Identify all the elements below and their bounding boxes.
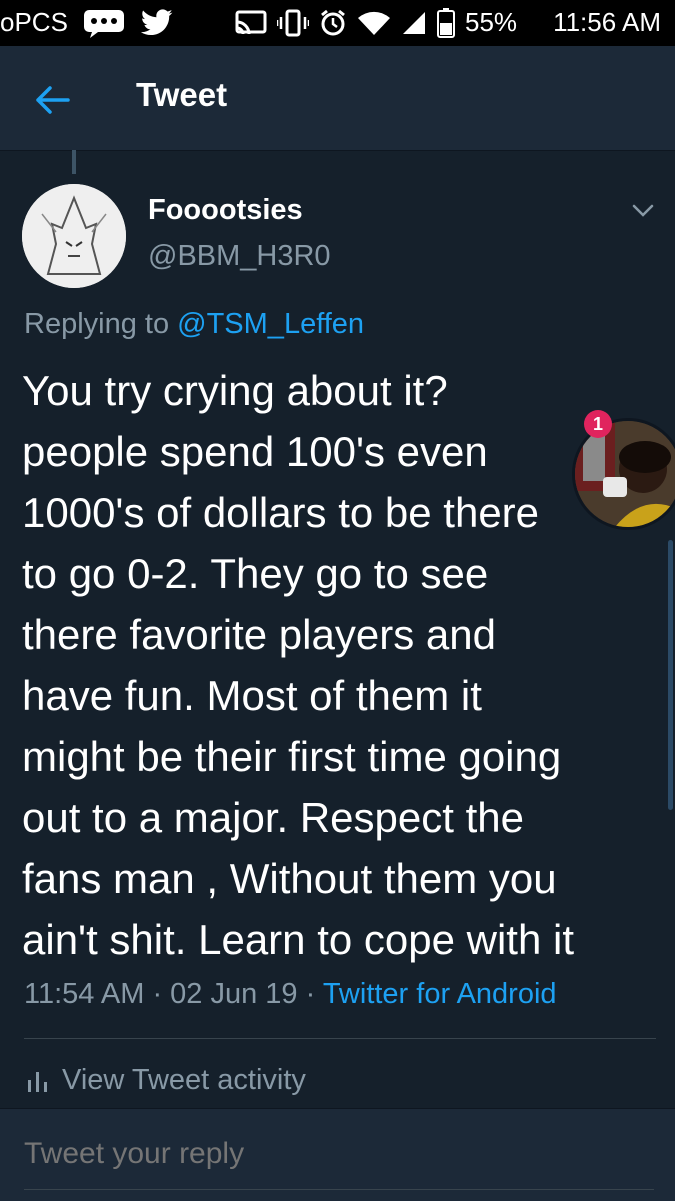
meta-separator: · (144, 978, 171, 1010)
vibrate-icon (277, 9, 310, 37)
author-name[interactable]: Fooootsies (148, 194, 303, 227)
meta-separator: · (297, 978, 323, 1010)
replying-prefix: Replying to (24, 308, 170, 340)
tweet-meta: 11:54 AM · 02 Jun 19 · Twitter for Andro… (24, 978, 557, 1011)
signal-icon (401, 10, 427, 36)
alarm-icon (319, 9, 347, 37)
tweet-text-line: might be their first time going (22, 733, 562, 780)
tweet-text: You try crying about it? people spend 10… (22, 360, 662, 970)
back-button[interactable] (28, 76, 76, 124)
status-bar: oPCS 55% 11:56 AM (0, 0, 675, 46)
tweet-text-line: fans man , Without them you (22, 855, 557, 902)
tweet-text-line: 1000's of dollars to be there (22, 489, 540, 536)
clock: 11:56 AM (553, 7, 661, 37)
view-tweet-activity-button[interactable]: View Tweet activity (26, 1064, 306, 1097)
tweet-text-line: You try crying about it? (22, 367, 448, 414)
analytics-bars-icon (28, 1071, 47, 1092)
tweet-date: 02 Jun 19 (170, 978, 298, 1010)
messages-icon (82, 8, 126, 38)
tweet-text-line: have fun. Most of them it (22, 672, 482, 719)
twitter-bird-icon (140, 8, 174, 37)
tweet-text-line: out to a major. Respect the (22, 794, 524, 841)
battery-icon (437, 7, 456, 38)
tweet-text-line: people spend 100's even (22, 428, 488, 475)
reply-input[interactable] (24, 1137, 654, 1171)
replying-mention-link[interactable]: @TSM_Leffen (177, 308, 364, 340)
wifi-icon (357, 10, 391, 36)
divider (24, 1038, 656, 1039)
tweet-source-link[interactable]: Twitter for Android (323, 978, 557, 1010)
carrier-label: oPCS (0, 7, 68, 37)
scroll-indicator[interactable] (668, 540, 673, 810)
chat-notification-badge: 1 (584, 410, 612, 438)
replying-to: Replying to @TSM_Leffen (24, 308, 364, 341)
tweet-text-line: there favorite players and (22, 611, 496, 658)
tweet-text-line: ain't shit. Learn to cope with it (22, 916, 574, 963)
chevron-down-icon (632, 204, 654, 217)
tweet-text-line: to go 0-2. They go to see (22, 550, 489, 597)
app-bar: Tweet (0, 46, 675, 151)
cast-icon (235, 10, 267, 36)
tweet-menu-button[interactable] (628, 196, 658, 226)
chat-head-bubble[interactable] (572, 418, 675, 530)
tweet-time: 11:54 AM (24, 978, 145, 1010)
reply-bar (0, 1108, 675, 1201)
back-arrow-icon (36, 86, 70, 114)
battery-level: 55% (465, 7, 518, 37)
author-handle[interactable]: @BBM_H3R0 (148, 240, 331, 273)
thread-connector (72, 150, 76, 174)
view-tweet-activity-label: View Tweet activity (62, 1064, 306, 1096)
author-avatar[interactable] (22, 184, 126, 288)
reply-input-underline (24, 1189, 654, 1190)
page-title: Tweet (136, 76, 228, 113)
